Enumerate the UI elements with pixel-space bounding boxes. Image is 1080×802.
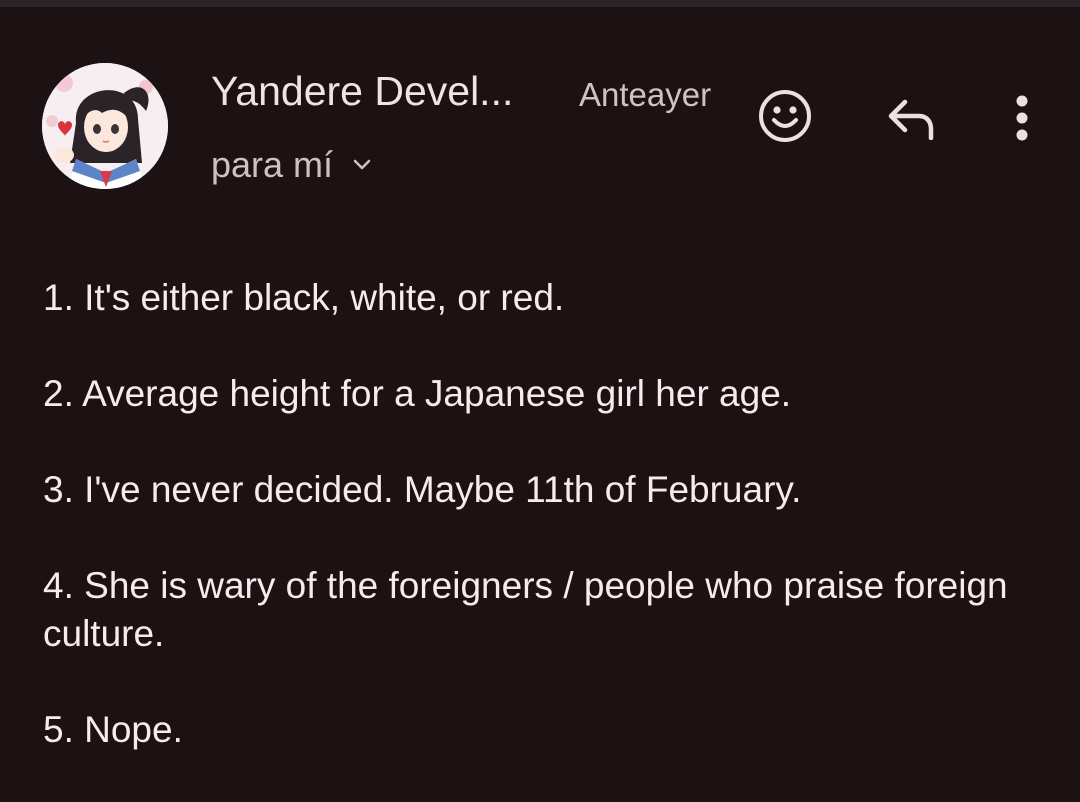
sender-name[interactable]: Yandere Devel... — [211, 66, 513, 116]
body-paragraph: 5. Nope. — [43, 709, 183, 750]
more-options-button[interactable] — [998, 85, 1046, 151]
anime-girl-avatar-icon — [42, 63, 168, 189]
body-paragraph: 3. I've never decided. Maybe 11th of Feb… — [43, 469, 802, 510]
email-body: 1. It's either black, white, or red. 2. … — [43, 274, 1043, 802]
body-paragraph: 4. She is wary of the foreigners / peopl… — [43, 565, 1008, 654]
body-paragraph: 2. Average height for a Japanese girl he… — [43, 373, 792, 414]
email-date: Anteayer — [579, 76, 712, 113]
sender-avatar[interactable] — [42, 63, 168, 189]
email-header: Yandere Devel... Anteayer para mí — [0, 0, 1080, 230]
recipient-details-toggle[interactable]: para mí — [211, 140, 373, 190]
body-paragraph: 1. It's either black, white, or red. — [43, 277, 565, 318]
add-reaction-button[interactable] — [752, 83, 818, 149]
reply-button[interactable] — [878, 85, 944, 151]
chevron-down-icon — [351, 154, 373, 176]
smiley-face-icon — [759, 90, 811, 142]
reply-arrow-icon — [888, 99, 934, 140]
more-vertical-icon — [1016, 95, 1028, 141]
recipient-label: para mí — [211, 144, 334, 185]
